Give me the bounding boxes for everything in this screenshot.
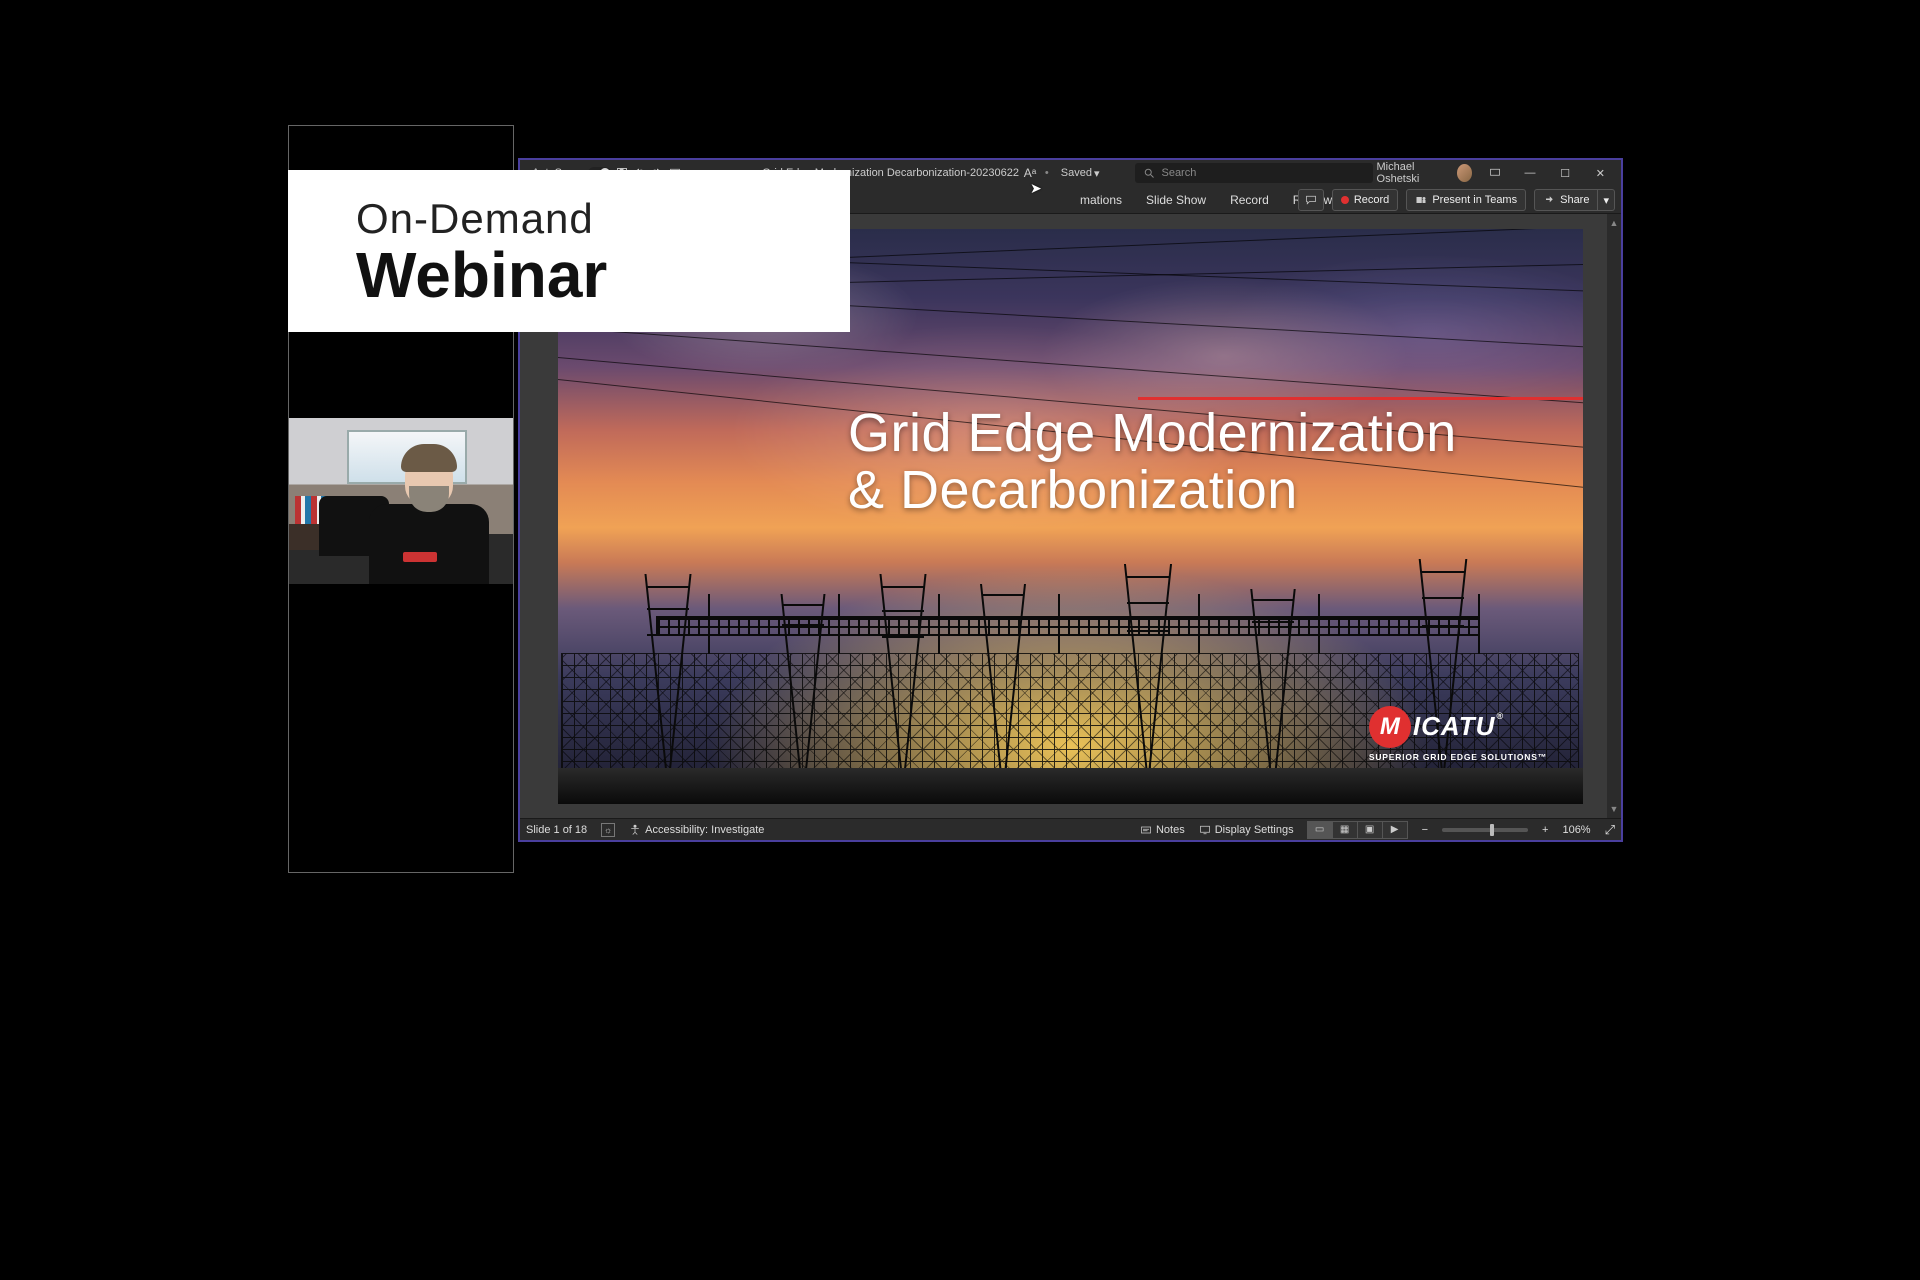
substation-silhouette xyxy=(558,564,1583,804)
record-dot-icon xyxy=(1341,196,1349,204)
fit-to-window-button[interactable]: ⤢ xyxy=(1605,822,1615,838)
user-avatar[interactable] xyxy=(1457,164,1472,182)
slide-counter: Slide 1 of 18 xyxy=(526,824,587,836)
vertical-scrollbar[interactable]: ▲ ▼ xyxy=(1607,214,1621,818)
notes-button[interactable]: Notes xyxy=(1140,824,1185,836)
scroll-down-icon[interactable]: ▼ xyxy=(1610,804,1619,814)
search-icon xyxy=(1143,167,1155,179)
view-reading-button[interactable]: ▣ xyxy=(1357,821,1383,839)
comments-button[interactable] xyxy=(1298,189,1324,211)
tab-animations[interactable]: mations xyxy=(1080,193,1122,207)
ribbon-display-icon[interactable] xyxy=(1482,163,1507,183)
display-settings-icon xyxy=(1199,824,1211,836)
zoom-out-button[interactable]: − xyxy=(1422,824,1428,836)
view-slideshow-button[interactable]: ▶ xyxy=(1382,821,1408,839)
view-normal-button[interactable]: ▭ xyxy=(1307,821,1333,839)
notes-icon xyxy=(1140,824,1152,836)
status-bar: Slide 1 of 18 ☼ Accessibility: Investiga… xyxy=(520,818,1621,840)
zoom-percent[interactable]: 106% xyxy=(1562,824,1590,836)
window-maximize-button[interactable]: ☐ xyxy=(1553,163,1578,183)
tab-slide-show[interactable]: Slide Show xyxy=(1146,193,1206,207)
on-demand-webinar-badge: On-Demand Webinar xyxy=(288,170,850,332)
comments-icon xyxy=(1305,194,1317,206)
display-settings-button[interactable]: Display Settings xyxy=(1199,824,1294,836)
accessibility-icon xyxy=(629,824,641,836)
language-icon[interactable]: ☼ xyxy=(601,823,615,837)
window-minimize-button[interactable]: — xyxy=(1517,163,1542,183)
search-input[interactable]: Search xyxy=(1135,163,1372,183)
window-close-button[interactable]: ✕ xyxy=(1588,163,1613,183)
brand-logo: M ICATU® SUPERIOR GRID EDGE SOLUTIONS™ xyxy=(1369,706,1547,762)
view-mode-buttons: ▭ ▦ ▣ ▶ xyxy=(1308,821,1408,839)
save-status[interactable]: Saved ▾ xyxy=(1061,167,1100,180)
accent-bar xyxy=(1138,397,1583,400)
view-sorter-button[interactable]: ▦ xyxy=(1332,821,1358,839)
share-button[interactable]: Share xyxy=(1534,189,1598,211)
search-placeholder: Search xyxy=(1161,167,1196,179)
present-in-teams-button[interactable]: Present in Teams xyxy=(1406,189,1526,211)
slide-title: Grid Edge Modernization & Decarbonizatio… xyxy=(848,405,1457,519)
zoom-in-button[interactable]: + xyxy=(1542,824,1548,836)
tab-record[interactable]: Record xyxy=(1230,193,1269,207)
scroll-up-icon[interactable]: ▲ xyxy=(1610,218,1619,228)
accessibility-status[interactable]: Accessibility: Investigate xyxy=(629,824,764,836)
chevron-down-icon: ▾ xyxy=(1094,167,1100,180)
user-name[interactable]: Michael Oshetski xyxy=(1377,161,1447,185)
shirt-logo-icon xyxy=(403,552,437,562)
share-dropdown[interactable]: ▾ xyxy=(1598,189,1615,211)
share-icon xyxy=(1543,194,1555,206)
logo-mark-icon: M xyxy=(1369,706,1411,748)
teams-icon xyxy=(1415,194,1427,206)
presenter-webcam xyxy=(289,418,513,584)
record-button[interactable]: Record xyxy=(1332,189,1398,211)
sensitivity-icon[interactable]: Aᵃ xyxy=(1023,165,1037,181)
zoom-slider[interactable] xyxy=(1442,828,1528,832)
